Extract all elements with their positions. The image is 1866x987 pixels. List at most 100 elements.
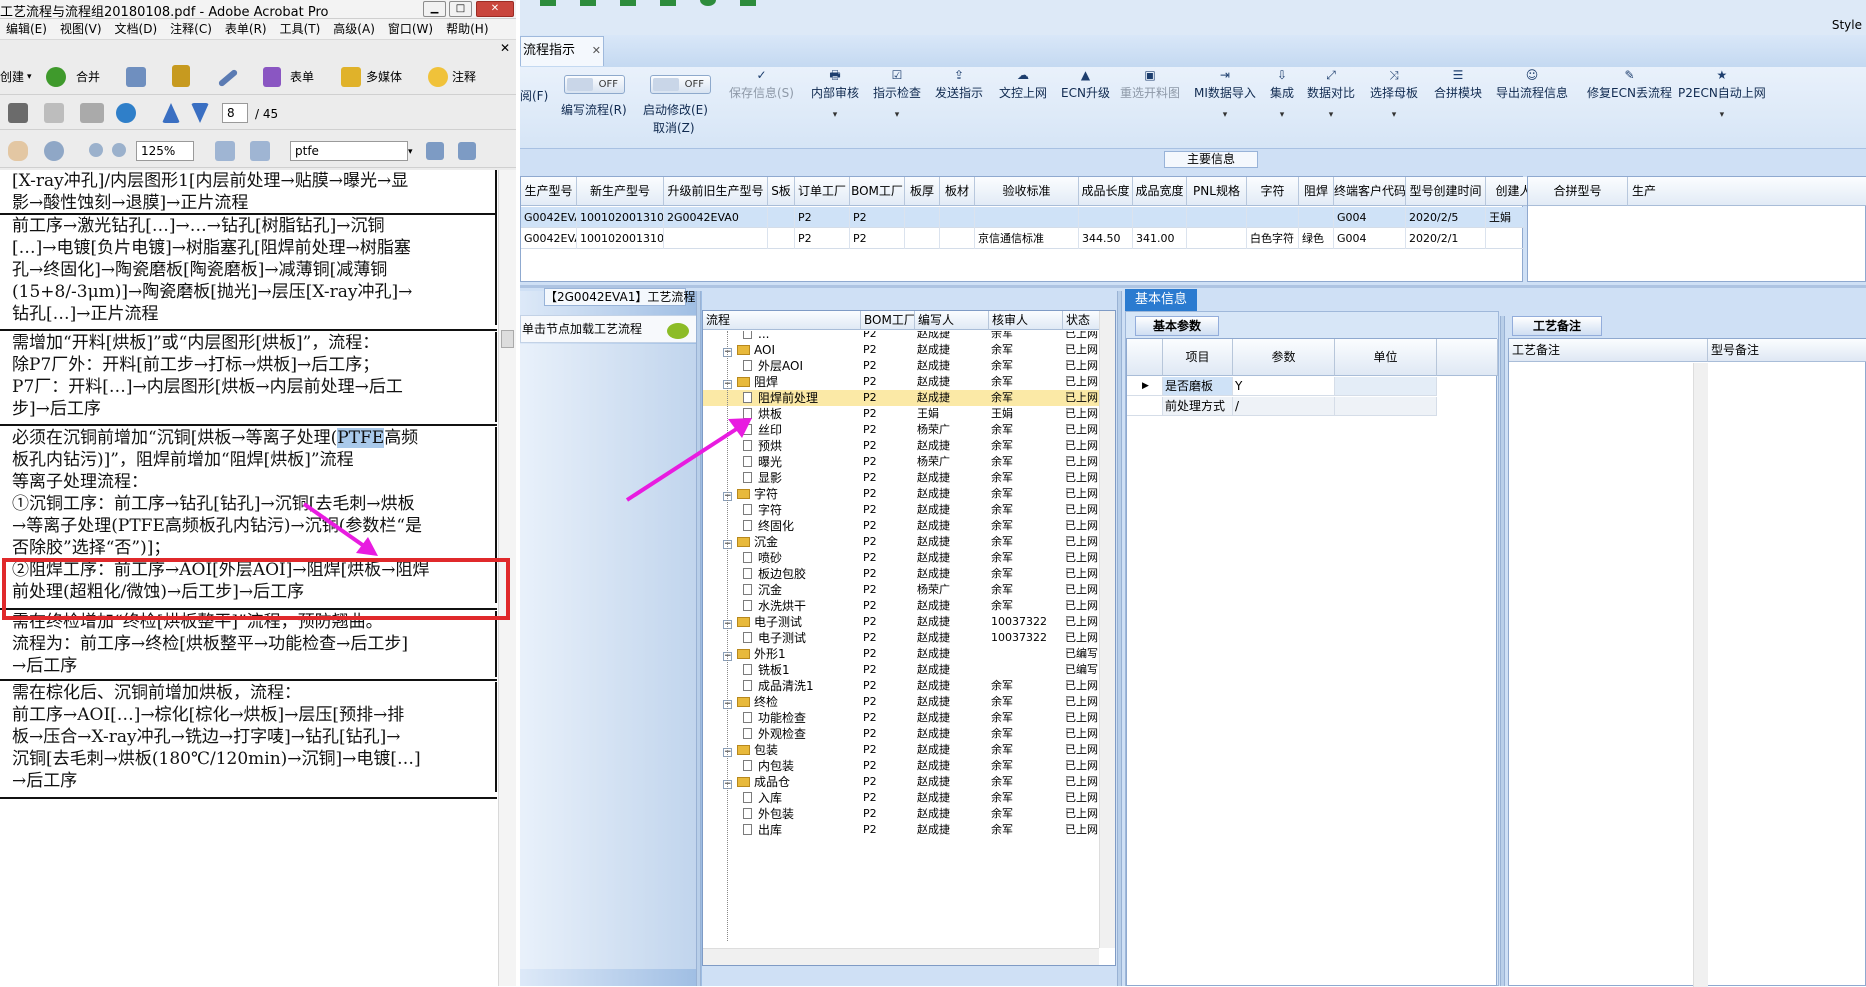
tree-node[interactable]: 出库 [743, 822, 861, 838]
tree-cell-writer[interactable]: 赵成捷 [917, 390, 987, 406]
grid-header[interactable]: 单位 [1335, 339, 1437, 376]
tree-cell-status[interactable]: 已上网 [1065, 598, 1103, 614]
quick-access-icon[interactable] [700, 0, 716, 6]
grid-header[interactable]: 型号备注 [1708, 339, 1866, 362]
tree-node[interactable]: 电子测试 [743, 630, 861, 646]
tree-cell-writer[interactable]: 赵成捷 [917, 710, 987, 726]
export-icon[interactable] [126, 67, 146, 87]
table-cell[interactable]: 344.50 [1079, 228, 1133, 249]
tree-node[interactable]: 内包装 [743, 758, 861, 774]
tree-node[interactable]: 丝印 [743, 422, 861, 438]
tree-cell-bom[interactable]: P2 [863, 438, 913, 454]
close-button[interactable]: ✕ [476, 1, 514, 17]
tree-node[interactable]: − 沉金 [723, 534, 861, 550]
grid-header[interactable]: 合拼型号 [1528, 177, 1628, 206]
notes-scrollbar[interactable] [1693, 363, 1708, 987]
tree-cell-writer[interactable]: 赵成捷 [917, 331, 987, 342]
tree-cell-status[interactable]: 已上网 [1065, 342, 1103, 358]
param-value[interactable]: Y [1233, 377, 1335, 396]
tree-node[interactable]: 预烘 [743, 438, 861, 454]
tree-node[interactable]: − 阻焊 [723, 374, 861, 390]
tree-row[interactable]: 显影 P2 赵成捷 余军 已上网 [703, 470, 1103, 486]
vertical-splitter[interactable] [1500, 316, 1505, 986]
table-cell[interactable] [905, 207, 940, 228]
tree-cell-status[interactable]: 已上网 [1065, 806, 1103, 822]
tree-cell-reviewer[interactable]: 余军 [991, 470, 1061, 486]
tree-cell-status[interactable]: 已上网 [1065, 678, 1103, 694]
tree-cell-writer[interactable]: 赵成捷 [917, 342, 987, 358]
zoom-in-icon[interactable] [112, 143, 126, 157]
tree-cell-writer[interactable]: 赵成捷 [917, 534, 987, 550]
grid-header[interactable]: 型号创建时间 [1406, 177, 1486, 206]
ribbon-button-cancel[interactable]: 取消(Z) [653, 119, 695, 136]
tree-cell-status[interactable]: 已上网 [1065, 774, 1103, 790]
tree-cell-status[interactable]: 已上网 [1065, 710, 1103, 726]
sign-pen-icon[interactable] [217, 68, 239, 88]
tree-cell-writer[interactable]: 赵成捷 [917, 790, 987, 806]
tree-cell-reviewer[interactable]: 余军 [991, 774, 1061, 790]
maximize-button[interactable]: □ [449, 1, 472, 17]
tree-cell-writer[interactable]: 赵成捷 [917, 646, 987, 662]
ribbon-button-save-info[interactable]: ✓ 保存信息(S) [729, 69, 794, 101]
tree-cell-status[interactable]: 已上网 [1065, 486, 1103, 502]
tree-vertical-scrollbar[interactable] [1099, 311, 1115, 948]
table-cell[interactable] [664, 228, 768, 249]
table-cell[interactable]: P2 [795, 228, 850, 249]
tree-cell-reviewer[interactable]: 余军 [991, 390, 1061, 406]
tree-node[interactable]: − 外形1 [723, 646, 861, 662]
tree-row[interactable]: 入库 P2 赵成捷 余军 已上网 [703, 790, 1103, 806]
param-item[interactable]: 是否磨板 [1163, 377, 1233, 396]
tree-row[interactable]: − AOI P2 赵成捷 余军 已上网 [703, 342, 1103, 358]
tree-cell-status[interactable]: 已上网 [1065, 726, 1103, 742]
find-dropdown-icon[interactable]: ▾ [408, 144, 413, 160]
grid-header[interactable]: PNL规格 [1187, 177, 1247, 206]
menu-view[interactable]: 视图(V) [54, 19, 109, 39]
tree-cell-writer[interactable]: 赵成捷 [917, 358, 987, 374]
menu-help[interactable]: 帮助(H) [440, 19, 495, 39]
tree-cell-status[interactable]: 已上网 [1065, 422, 1103, 438]
tree-node[interactable]: 外观检查 [743, 726, 861, 742]
print-icon[interactable] [8, 103, 28, 123]
tree-cell-bom[interactable]: P2 [863, 502, 913, 518]
chat-bubble-icon[interactable] [667, 323, 689, 339]
menu-tools[interactable]: 工具(T) [274, 19, 328, 39]
grid-header[interactable]: 新生产型号 [577, 177, 664, 206]
tree-cell-writer[interactable]: 赵成捷 [917, 822, 987, 838]
tree-cell-status[interactable]: 已上网 [1065, 630, 1103, 646]
tree-cell-status[interactable]: 已上网 [1065, 518, 1103, 534]
table-cell[interactable] [1079, 207, 1133, 228]
tree-node[interactable]: − 终检 [723, 694, 861, 710]
ribbon-button-reselect-cutting-drawing[interactable]: ▣ 重选开料图 [1120, 69, 1180, 101]
tree-row[interactable]: 水洗烘干 P2 赵成捷 余军 已上网 [703, 598, 1103, 614]
tree-row[interactable]: − 包装 P2 赵成捷 余军 已上网 [703, 742, 1103, 758]
grid-header[interactable]: 升级前旧生产型号 [664, 177, 768, 206]
tree-cell-reviewer[interactable]: 余军 [991, 550, 1061, 566]
zoom-out-icon[interactable] [89, 143, 103, 157]
tree-node[interactable]: 水洗烘干 [743, 598, 861, 614]
table-cell[interactable]: 10010200131009 [577, 228, 664, 249]
tab-process-instruction[interactable]: 流程指示 ✕ [520, 36, 604, 66]
tree-row[interactable]: 外包装 P2 赵成捷 余军 已上网 [703, 806, 1103, 822]
tree-cell-status[interactable]: 已上网 [1065, 358, 1103, 374]
tree-cell-status[interactable]: 已上网 [1065, 374, 1103, 390]
fit-page-icon[interactable] [250, 141, 270, 161]
tree-cell-reviewer[interactable]: 余军 [991, 758, 1061, 774]
tree-row[interactable]: 内包装 P2 赵成捷 余军 已上网 [703, 758, 1103, 774]
tree-cell-writer[interactable]: 赵成捷 [917, 566, 987, 582]
tree-cell-reviewer[interactable]: 余军 [991, 454, 1061, 470]
tree-row[interactable]: 终固化 P2 赵成捷 余军 已上网 [703, 518, 1103, 534]
tree-cell-status[interactable]: 已上网 [1065, 550, 1103, 566]
table-cell[interactable] [1133, 207, 1187, 228]
tree-cell-bom[interactable]: P2 [863, 331, 913, 342]
tree-node[interactable]: 曝光 [743, 454, 861, 470]
write-process-toggle[interactable]: OFF [564, 75, 625, 94]
tree-cell-writer[interactable]: 赵成捷 [917, 550, 987, 566]
tree-row[interactable]: 喷砂 P2 赵成捷 余军 已上网 [703, 550, 1103, 566]
tree-cell-reviewer[interactable]: 余军 [991, 710, 1061, 726]
tree-cell-writer[interactable]: 赵成捷 [917, 694, 987, 710]
tree-cell-writer[interactable]: 赵成捷 [917, 662, 987, 678]
ribbon-button-data-compare[interactable]: ⤢ 数据对比 ▾ [1307, 69, 1355, 120]
table-cell[interactable] [768, 207, 795, 228]
splitter[interactable] [520, 285, 1866, 288]
dropdown-icon[interactable]: ▾ [1678, 110, 1766, 120]
